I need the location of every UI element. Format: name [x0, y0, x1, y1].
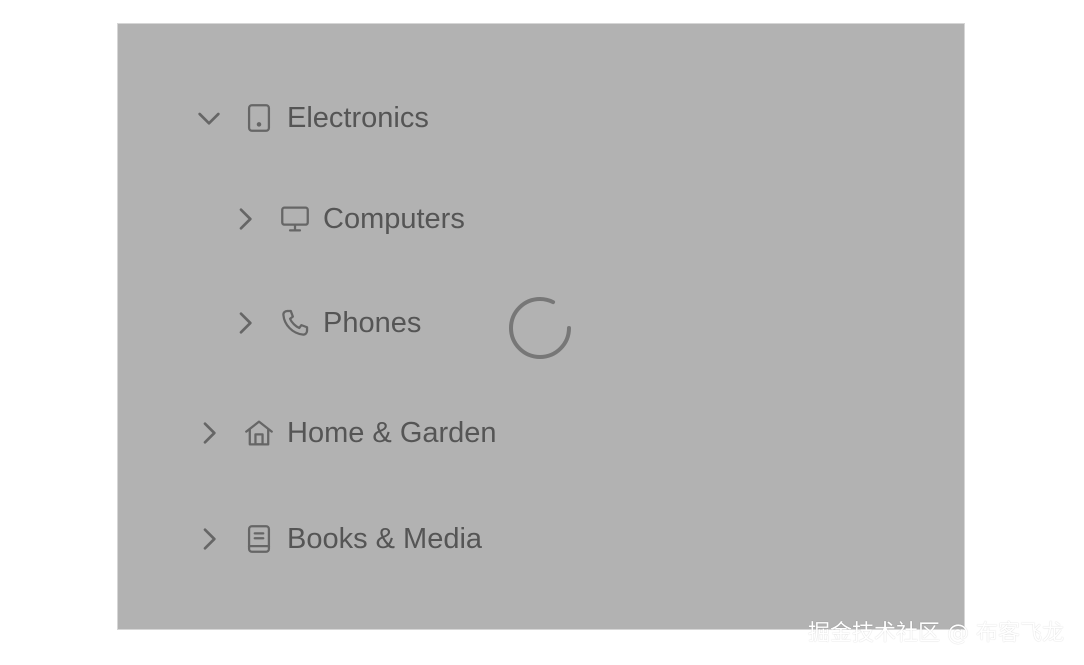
home-icon — [241, 415, 277, 451]
tree-node-books-media[interactable]: Books & Media — [193, 515, 482, 563]
tree-node-label: Phones — [323, 307, 422, 339]
tree-node-label: Books & Media — [287, 523, 483, 555]
chevron-down-icon[interactable] — [193, 102, 225, 134]
tree-node-electronics[interactable]: Electronics — [193, 94, 429, 142]
tree-node-home-garden[interactable]: Home & Garden — [193, 409, 497, 457]
watermark: 掘金技术社区 @ 布客飞龙 — [808, 621, 1064, 646]
tree-node-label: Home & Garden — [287, 417, 497, 449]
tree-node-phones[interactable]: Phones — [229, 299, 421, 347]
tablet-icon — [241, 100, 277, 136]
book-icon — [241, 521, 277, 557]
screen: Electronics Computers Phones Home & Gard… — [0, 0, 1084, 665]
phone-icon — [277, 305, 313, 341]
chevron-right-icon[interactable] — [229, 203, 261, 235]
loading-spinner-icon — [507, 295, 573, 361]
tree-node-computers[interactable]: Computers — [229, 195, 465, 243]
chevron-right-icon[interactable] — [193, 417, 225, 449]
tree-node-label: Electronics — [287, 102, 429, 134]
chevron-right-icon[interactable] — [193, 523, 225, 555]
monitor-icon — [277, 201, 313, 237]
chevron-right-icon[interactable] — [229, 307, 261, 339]
tree-node-label: Computers — [323, 203, 465, 235]
